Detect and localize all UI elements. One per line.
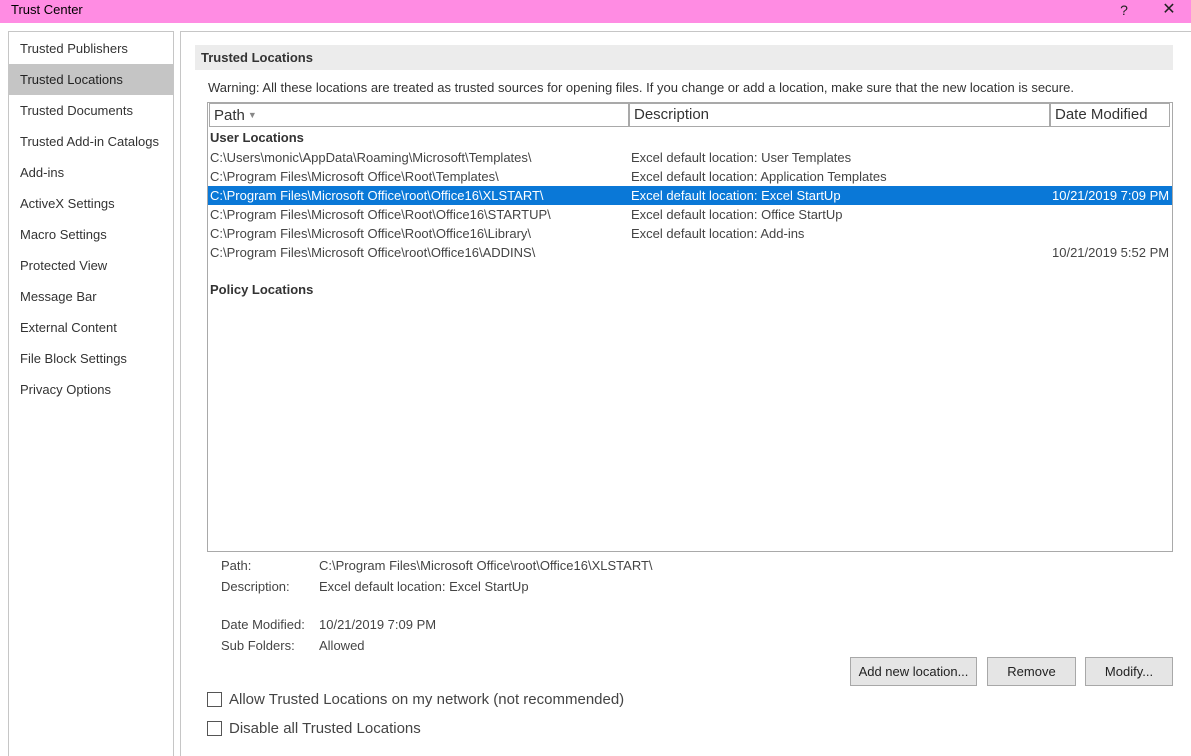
allow-network-checkbox[interactable] [207, 692, 222, 707]
row-path: C:\Program Files\Microsoft Office\Root\O… [210, 226, 532, 241]
row-description: Excel default location: User Templates [631, 150, 852, 165]
table-row[interactable]: C:\Program Files\Microsoft Office\Root\T… [208, 167, 1172, 186]
trusted-locations-list[interactable]: Path ▼ Description Date Modified User Loc… [207, 102, 1173, 552]
table-row-selected[interactable]: C:\Program Files\Microsoft Office\root\O… [208, 186, 1172, 205]
sidebar-item-trusted-documents[interactable]: Trusted Documents [9, 95, 173, 126]
add-new-location-button[interactable]: Add new location... [850, 657, 977, 686]
policy-locations-label: Policy Locations [210, 282, 314, 297]
detail-subfolders-value: Allowed [319, 638, 365, 653]
row-description: Excel default location: Add-ins [631, 226, 805, 241]
sidebar-item-file-block-settings[interactable]: File Block Settings [9, 343, 173, 374]
row-date: 10/21/2019 5:52 PM [1052, 245, 1170, 260]
column-header-description[interactable]: Description [629, 103, 1050, 127]
detail-subfolders-label: Sub Folders: [221, 638, 295, 653]
detail-date-label: Date Modified: [221, 617, 305, 632]
table-row[interactable]: C:\Users\monic\AppData\Roaming\Microsoft… [208, 148, 1172, 167]
remove-button[interactable]: Remove [987, 657, 1076, 686]
row-path: C:\Program Files\Microsoft Office\Root\T… [210, 169, 499, 184]
sidebar-item-macro-settings[interactable]: Macro Settings [9, 219, 173, 250]
section-header: Trusted Locations [195, 45, 1173, 70]
table-row[interactable]: C:\Program Files\Microsoft Office\root\O… [208, 243, 1172, 262]
row-date: 10/21/2019 7:09 PM [1052, 188, 1170, 203]
modify-button[interactable]: Modify... [1085, 657, 1173, 686]
sidebar-item-protected-view[interactable]: Protected View [9, 250, 173, 281]
sidebar: Trusted Publishers Trusted Locations Tru… [8, 31, 174, 756]
sidebar-item-activex-settings[interactable]: ActiveX Settings [9, 188, 173, 219]
column-header-path[interactable]: Path ▼ [209, 103, 629, 127]
window-title: Trust Center [11, 2, 83, 17]
close-button[interactable]: ✕ [1154, 0, 1184, 20]
sidebar-item-addins[interactable]: Add-ins [9, 157, 173, 188]
sidebar-item-message-bar[interactable]: Message Bar [9, 281, 173, 312]
detail-path-value: C:\Program Files\Microsoft Office\root\O… [319, 558, 653, 573]
warning-text: Warning: All these locations are treated… [208, 80, 1074, 95]
title-bar: Trust Center ? ✕ [0, 0, 1191, 23]
sidebar-item-external-content[interactable]: External Content [9, 312, 173, 343]
help-button[interactable]: ? [1109, 0, 1139, 20]
detail-path-label: Path: [221, 558, 252, 573]
table-row[interactable]: C:\Program Files\Microsoft Office\Root\O… [208, 205, 1172, 224]
sort-arrow-icon: ▼ [247, 110, 257, 120]
detail-description-value: Excel default location: Excel StartUp [319, 579, 529, 594]
detail-date-value: 10/21/2019 7:09 PM [319, 617, 437, 632]
row-description: Excel default location: Application Temp… [631, 169, 887, 184]
sidebar-item-trusted-locations[interactable]: Trusted Locations [9, 64, 173, 95]
sidebar-item-trusted-addin-catalogs[interactable]: Trusted Add-in Catalogs [9, 126, 173, 157]
column-header-path-label: Path [214, 107, 245, 124]
row-path: C:\Program Files\Microsoft Office\root\O… [210, 245, 536, 260]
row-path: C:\Users\monic\AppData\Roaming\Microsoft… [210, 150, 532, 165]
user-locations-label: User Locations [210, 130, 304, 145]
row-path: C:\Program Files\Microsoft Office\Root\O… [210, 207, 551, 222]
disable-all-label[interactable]: Disable all Trusted Locations [229, 720, 421, 737]
main-panel: Trusted Locations Warning: All these loc… [180, 31, 1191, 756]
allow-network-label[interactable]: Allow Trusted Locations on my network (n… [229, 691, 624, 708]
row-description: Excel default location: Office StartUp [631, 207, 843, 222]
row-path: C:\Program Files\Microsoft Office\root\O… [210, 188, 544, 203]
table-row[interactable]: C:\Program Files\Microsoft Office\Root\O… [208, 224, 1172, 243]
disable-all-checkbox[interactable] [207, 721, 222, 736]
detail-description-label: Description: [221, 579, 290, 594]
sidebar-item-privacy-options[interactable]: Privacy Options [9, 374, 173, 405]
row-description: Excel default location: Excel StartUp [631, 188, 841, 203]
sidebar-item-trusted-publishers[interactable]: Trusted Publishers [9, 33, 173, 64]
column-header-date-modified[interactable]: Date Modified [1050, 103, 1170, 127]
